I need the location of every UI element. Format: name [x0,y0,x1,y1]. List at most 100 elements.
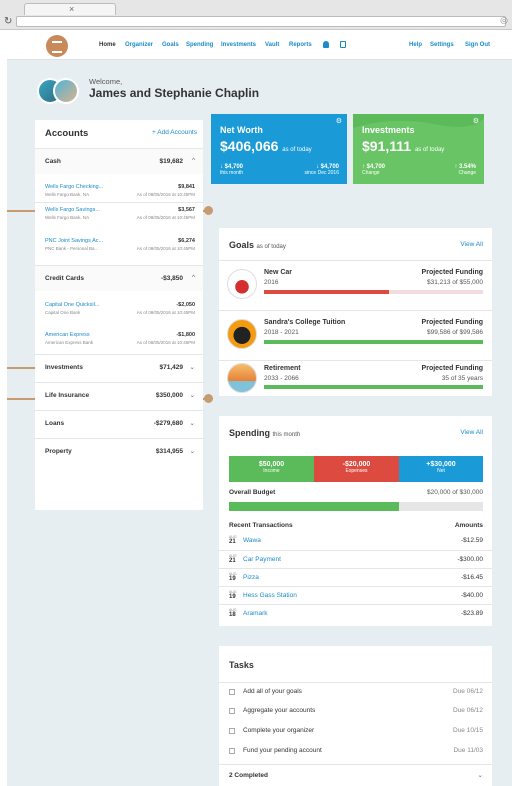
goal-name[interactable]: New Car [264,269,292,276]
nav-goals[interactable]: Goals [162,42,179,48]
completed-tasks-toggle[interactable]: 2 Completed ⌄ [219,764,492,784]
nav-reports[interactable]: Reports [289,42,312,48]
transaction-day: 21 [229,539,236,545]
transaction-name[interactable]: Hess Gass Station [243,592,297,599]
address-bar[interactable]: ◎ [16,15,508,27]
reload-icon[interactable]: ↻ [4,16,12,27]
category-property[interactable]: Property $314,955 ⌄ [35,438,203,464]
category-investments[interactable]: Investments $71,429 ⌄ [35,354,203,380]
nav-settings[interactable]: Settings [430,42,454,48]
spending-view-all-link[interactable]: View All [460,429,483,436]
chevron-up-icon[interactable]: ^ [192,274,195,281]
category-loans[interactable]: Loans -$279,680 ⌄ [35,410,203,436]
transaction-amount: -$40.00 [460,592,483,599]
goals-view-all-link[interactable]: View All [460,241,483,248]
goal-name[interactable]: Sandra's College Tuition [264,319,345,326]
goal-item[interactable]: New Car 2016 Projected Funding $31,213 o… [219,260,492,310]
account-date: As of 08/05/2016 at 10:45PM [136,192,195,197]
account-name[interactable]: PNC Joint Savings Ac... [45,238,103,244]
gear-icon[interactable]: ⚙ [336,117,342,125]
nav-home[interactable]: Home [99,42,116,48]
net-band[interactable]: +$30,000 Net [399,456,483,482]
chevron-down-icon[interactable]: ⌄ [190,419,195,427]
category-life-insurance[interactable]: Life Insurance $350,000 ⌄ [35,382,203,408]
net-worth-tile[interactable]: ⚙ Net Worth $406,066 as of today ↓ $4,70… [211,114,347,184]
account-row[interactable]: Wells Fargo Savings... Wells Fargo Bank,… [35,202,203,223]
spending-panel: Spending this month View All $50,000 Inc… [219,416,492,626]
transaction-name[interactable]: Wawa [243,537,261,544]
task-row[interactable]: Add all of your goals Due 06/12 [219,682,492,702]
task-name[interactable]: Add all of your goals [243,688,302,695]
tasks-check-icon[interactable] [340,41,346,48]
tasks-panel: Tasks Add all of your goals Due 06/12 Ag… [219,646,492,786]
account-bank: Wells Fargo Bank, NA [45,215,90,220]
account-name[interactable]: American Express [45,332,90,338]
nav-organizer[interactable]: Organizer [125,42,153,48]
task-row[interactable]: Aggregate your accounts Due 06/12 [219,702,492,722]
browser-tab[interactable]: × [24,3,116,15]
nav-sign-out[interactable]: Sign Out [465,42,490,48]
income-band[interactable]: $50,000 Income [229,456,314,482]
goal-name[interactable]: Retirement [264,365,301,372]
transaction-day: 18 [229,612,236,618]
budget-value: $20,000 of $30,000 [426,489,483,496]
task-name[interactable]: Fund your pending account [243,747,322,754]
transaction-name[interactable]: Pizza [243,574,259,581]
task-name[interactable]: Complete your organizer [243,727,314,734]
transaction-row[interactable]: AUG 21 Car Payment -$300.00 [219,550,492,568]
task-checkbox[interactable] [229,689,235,695]
category-cash[interactable]: Cash $19,682 ^ [35,148,203,174]
income-label: Income [263,468,280,474]
task-name[interactable]: Aggregate your accounts [243,707,315,714]
account-bank: PNC Bank - Personal Ba... [45,246,99,251]
nav-vault[interactable]: Vault [265,42,279,48]
goal-item[interactable]: Sandra's College Tuition 2018 - 2021 Pro… [219,310,492,360]
task-checkbox[interactable] [229,708,235,714]
account-name[interactable]: Capital One Quicksil... [45,302,99,308]
chevron-down-icon[interactable]: ⌄ [478,771,483,779]
budget-progress-fill [229,502,400,511]
nav-investments[interactable]: Investments [221,42,256,48]
transaction-name[interactable]: Car Payment [243,556,281,563]
chevron-down-icon[interactable]: ⌄ [190,391,195,399]
tab-close-icon[interactable]: × [69,4,74,14]
task-row[interactable]: Complete your organizer Due 10/15 [219,722,492,742]
account-row[interactable]: American Express American Express Bank -… [35,328,203,349]
transaction-name[interactable]: Aramark [243,610,268,617]
account-row[interactable]: PNC Joint Savings Ac... PNC Bank - Perso… [35,234,203,255]
budget-label: Overall Budget [229,489,276,496]
net-label: Net [437,468,445,474]
task-checkbox[interactable] [229,728,235,734]
account-row[interactable]: Wells Fargo Checking... Wells Fargo Bank… [35,180,203,201]
notifications-bell-icon[interactable] [323,41,329,48]
nav-spending[interactable]: Spending [186,42,213,48]
account-name[interactable]: Wells Fargo Savings... [45,207,100,213]
investments-tile[interactable]: ⚙ Investments $91,111 as of today ↑ $4,7… [353,114,484,184]
transaction-row[interactable]: AUG 21 Wawa -$12.59 [219,532,492,550]
gear-icon[interactable]: ⚙ [473,117,479,125]
category-credit-cards[interactable]: Credit Cards -$3,850 ^ [35,265,203,291]
site-info-icon: ◎ [500,15,508,25]
net-worth-since-change: ↓ $4,700 since Dec 2016 [304,164,339,176]
task-row[interactable]: Fund your pending account Due 11/03 [219,742,492,762]
task-checkbox[interactable] [229,748,235,754]
transaction-row[interactable]: AUG 19 Hess Gass Station -$40.00 [219,586,492,604]
chevron-down-icon[interactable]: ⌄ [190,447,195,455]
account-name[interactable]: Wells Fargo Checking... [45,184,103,190]
category-amount: $314,955 [155,448,183,455]
chevron-down-icon[interactable]: ⌄ [190,363,195,371]
account-date: As of 08/05/2016 at 10:45PM [136,340,195,345]
account-amount: $9,841 [178,184,195,190]
recent-transactions-heading: Recent Transactions [229,522,293,529]
transaction-row[interactable]: AUG 19 Pizza -$16.45 [219,568,492,586]
chevron-up-icon[interactable]: ^ [192,157,195,164]
expenses-band[interactable]: -$20,000 Expenses [314,456,399,482]
spending-title: Spending this month [229,428,301,438]
add-accounts-button[interactable]: + Add Accounts [152,129,197,136]
transaction-row[interactable]: AUG 18 Aramark -$23.89 [219,604,492,622]
account-row[interactable]: Capital One Quicksil... Capital One Bank… [35,298,203,319]
goal-item[interactable]: Retirement 2033 - 2066 Projected Funding… [219,360,492,396]
goals-panel: Goals as of today View All New Car 2016 … [219,228,492,396]
logo-icon[interactable] [46,35,68,57]
nav-help[interactable]: Help [409,42,422,48]
